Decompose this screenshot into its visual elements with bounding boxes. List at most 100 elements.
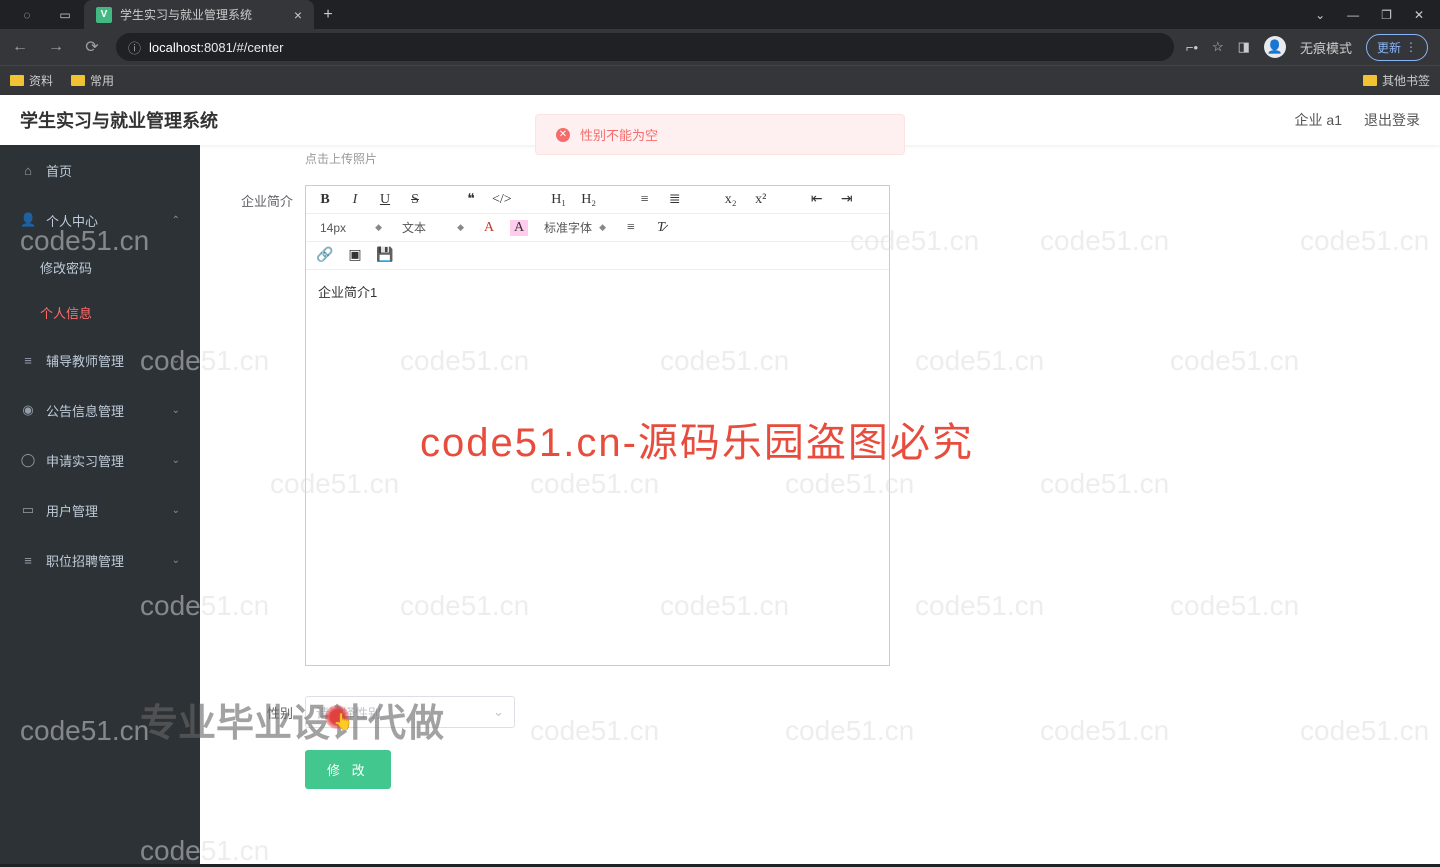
indent-button[interactable]: ⇥	[838, 191, 856, 208]
outdent-button[interactable]: ⇤	[808, 191, 826, 208]
sidebar-item-changepw[interactable]: 修改密码	[0, 245, 200, 290]
chevron-down-icon: ⌄	[172, 405, 180, 416]
bold-button[interactable]: B	[316, 192, 334, 208]
align-button[interactable]: ≡	[622, 220, 640, 236]
sidebar-item-user[interactable]: ▭用户管理⌄	[0, 485, 200, 535]
editor-content[interactable]: 企业简介1	[306, 270, 889, 665]
close-tab-icon[interactable]: ×	[294, 7, 302, 23]
toast-message: 性别不能为空	[580, 125, 658, 144]
sidebar-item-notice[interactable]: ◉公告信息管理⌄	[0, 385, 200, 435]
bookmark-changyong[interactable]: 常用	[71, 72, 114, 89]
logout-link[interactable]: 退出登录	[1364, 110, 1420, 130]
quote-button[interactable]: ❝	[462, 191, 480, 208]
list-icon: ≡	[20, 553, 36, 568]
main-content: 点击上传照片 企业简介 B I U S ❝ </> H₁ H₂ ≡ ≣	[200, 145, 1440, 864]
home-icon: ⌂	[20, 163, 36, 178]
users-icon: ▭	[20, 502, 36, 518]
submit-button[interactable]: 修 改	[305, 750, 391, 789]
row-gender: 性别 请选择性别 ⌄	[230, 696, 1410, 728]
h2-button[interactable]: H₂	[580, 192, 598, 208]
extension-icon[interactable]: ◨	[1238, 39, 1250, 55]
reload-button[interactable]: ⟳	[80, 37, 104, 57]
font-size-select[interactable]: 14px◆	[316, 221, 386, 235]
rich-text-editor: B I U S ❝ </> H₁ H₂ ≡ ≣ x₂ x²	[305, 185, 890, 666]
list-icon: ≡	[20, 353, 36, 368]
underline-button[interactable]: U	[376, 192, 394, 208]
code-button[interactable]: </>	[492, 192, 512, 208]
error-icon: ✕	[556, 128, 570, 142]
chevron-down-icon[interactable]: ⌄	[1315, 8, 1325, 22]
sidebar-item-home[interactable]: ⌂首页	[0, 145, 200, 195]
strike-button[interactable]: S	[406, 192, 424, 208]
row-intro: 企业简介 B I U S ❝ </> H₁ H₂ ≡ ≣ x	[230, 185, 1410, 666]
user-icon: 👤	[20, 212, 36, 228]
text-color-button[interactable]: A	[480, 220, 498, 236]
chevron-down-icon: ⌄	[493, 704, 504, 720]
update-button[interactable]: 更新⋮	[1366, 34, 1428, 61]
image-button[interactable]: ▣	[346, 247, 364, 264]
sidebar-item-profile[interactable]: 个人信息	[0, 290, 200, 335]
h1-button[interactable]: H₁	[550, 192, 568, 208]
bookmark-other[interactable]: 其他书签	[1363, 72, 1430, 89]
profile-form: 点击上传照片 企业简介 B I U S ❝ </> H₁ H₂ ≡ ≣	[200, 145, 1440, 864]
link-button[interactable]: 🔗	[316, 247, 334, 264]
italic-button[interactable]: I	[346, 192, 364, 208]
sidebar-item-teacher[interactable]: ≡辅导教师管理⌄	[0, 335, 200, 385]
bulb-icon: ◉	[20, 402, 36, 418]
url-bar[interactable]: ⓘ localhost:8081/#/center	[116, 33, 1174, 61]
incognito-icon: 👤	[1264, 36, 1286, 58]
save-button[interactable]: 💾	[376, 247, 394, 264]
superscript-button[interactable]: x²	[752, 192, 770, 208]
chevron-down-icon: ⌄	[172, 555, 180, 566]
chevron-down-icon: ⌄	[172, 355, 180, 366]
close-window-icon[interactable]: ✕	[1414, 8, 1424, 22]
sidebar-item-job[interactable]: ≡职位招聘管理⌄	[0, 535, 200, 585]
url-text: localhost:8081/#/center	[149, 40, 283, 55]
ordered-list-button[interactable]: ≡	[636, 192, 654, 208]
maximize-icon[interactable]: ❐	[1381, 8, 1392, 22]
intro-label: 企业简介	[230, 185, 305, 210]
info-icon[interactable]: ⓘ	[128, 38, 141, 57]
editor-toolbar-3: 🔗 ▣ 💾	[306, 242, 889, 270]
folder-icon	[71, 75, 85, 86]
new-tab-button[interactable]: +	[314, 6, 342, 24]
chevron-up-icon: ⌃	[172, 215, 180, 226]
key-icon[interactable]: ⌐•	[1186, 40, 1198, 55]
sidebar-item-apply[interactable]: ◯申请实习管理⌄	[0, 435, 200, 485]
minimize-icon[interactable]: —	[1347, 8, 1359, 22]
sidebar-item-personal[interactable]: 👤个人中心⌃	[0, 195, 200, 245]
app-title: 学生实习与就业管理系统	[20, 107, 218, 133]
gender-select[interactable]: 请选择性别 ⌄	[305, 696, 515, 728]
window-controls: ⌄ — ❐ ✕	[1315, 8, 1432, 22]
nav-bar: ← → ⟳ ⓘ localhost:8081/#/center ⌐• ☆ ◨ 👤…	[0, 29, 1440, 65]
incognito-label: 无痕模式	[1300, 38, 1352, 57]
font-family-select[interactable]: 标准字体◆	[540, 219, 610, 236]
error-toast: ✕ 性别不能为空	[535, 114, 905, 155]
tab-title: 学生实习与就业管理系统	[120, 6, 252, 23]
sidebar: ⌂首页 👤个人中心⌃ 修改密码 个人信息 ≡辅导教师管理⌄ ◉公告信息管理⌄ ◯…	[0, 145, 200, 864]
chevron-down-icon: ⌄	[172, 455, 180, 466]
browser-tab-strip: ◌ ▭ V 学生实习与就业管理系统 × + ⌄ — ❐ ✕	[0, 0, 1440, 29]
editor-toolbar-2: 14px◆ 文本◆ A A 标准字体◆ ≡ T̷	[306, 214, 889, 242]
bookmark-ziliao[interactable]: 资料	[10, 72, 53, 89]
bookmarks-bar: 资料 常用 其他书签	[0, 65, 1440, 95]
back-button[interactable]: ←	[8, 38, 32, 56]
folder-icon	[10, 75, 24, 86]
tab-active[interactable]: V 学生实习与就业管理系统 ×	[84, 0, 314, 29]
gender-label: 性别	[230, 703, 305, 722]
chevron-down-icon: ⌄	[172, 505, 180, 516]
highlight-button[interactable]: A	[510, 220, 528, 236]
subscript-button[interactable]: x₂	[722, 192, 740, 208]
user-label[interactable]: 企业 a1	[1295, 110, 1342, 130]
clear-format-button[interactable]: T̷	[652, 220, 670, 236]
folder-icon	[1363, 75, 1377, 86]
unordered-list-button[interactable]: ≣	[666, 191, 684, 208]
editor-toolbar-1: B I U S ❝ </> H₁ H₂ ≡ ≣ x₂ x²	[306, 186, 889, 214]
forward-button[interactable]: →	[44, 38, 68, 56]
vue-favicon-icon: V	[96, 7, 112, 23]
tab-inactive-1[interactable]: ◌	[8, 0, 46, 29]
tab-inactive-2[interactable]: ▭	[46, 0, 84, 29]
cycle-icon: ◯	[20, 452, 36, 468]
format-select[interactable]: 文本◆	[398, 219, 468, 236]
star-icon[interactable]: ☆	[1212, 39, 1224, 55]
